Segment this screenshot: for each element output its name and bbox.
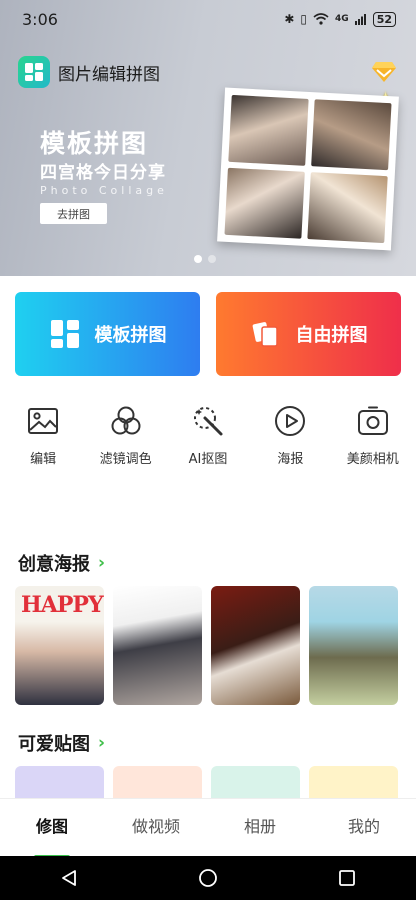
status-bar: 3:06 ✱ ▯ 4G 52 [0,0,416,38]
poster-happy-text: HAPPY [21,592,104,618]
poster-card[interactable] [113,586,202,705]
tool-edit-label: 编辑 [30,452,57,467]
tool-filter-label: 滤镜调色 [99,452,152,467]
magic-wand-icon [193,407,223,436]
tool-edit[interactable]: 编辑 [2,404,84,467]
poster-card[interactable] [309,586,398,705]
tool-beauty-camera[interactable]: 美颜相机 [332,404,414,467]
free-cards-icon [252,322,278,347]
app-header: 图片编辑拼图 [18,56,160,88]
carousel-dot[interactable] [208,255,216,263]
poster-card[interactable]: HAPPY [15,586,104,705]
tool-filter[interactable]: 滤镜调色 [85,404,167,467]
tab-edit-photo[interactable]: 修图 [12,813,92,859]
app-logo-icon [18,56,50,88]
poster-list: HAPPY [15,586,398,705]
section-stickers-title: 可爱贴图 [18,734,90,755]
bluetooth-icon: ✱ [284,12,295,26]
vip-diamond-icon[interactable] [372,60,396,82]
template-grid-icon [50,320,79,348]
tool-ai-cutout-label: AI抠图 [188,452,228,467]
free-collage-button[interactable]: 自由拼图 [216,292,401,376]
collage-photo [307,172,388,244]
tools-row: 编辑 滤镜调色 AI抠图 海报 美颜相机 [0,404,416,467]
tool-beauty-camera-label: 美颜相机 [346,452,399,467]
tool-ai-cutout[interactable]: AI抠图 [167,404,249,467]
system-nav-bar [0,856,416,900]
app-title: 图片编辑拼图 [58,64,160,85]
status-time: 3:06 [22,9,58,29]
filter-circles-icon [111,406,141,435]
template-collage-label: 模板拼图 [94,325,167,346]
section-stickers-header[interactable]: 可爱贴图 › [18,730,105,756]
tab-mine[interactable]: 我的 [324,813,404,837]
template-collage-button[interactable]: 模板拼图 [15,292,200,376]
play-circle-icon [275,406,306,436]
hero-banner[interactable]: 图片编辑拼图 ✦ ✦ 模板拼图 四宫格今日分享 Photo Collage 去拼… [0,0,416,276]
collage-photo [228,94,309,166]
wifi-icon [313,13,329,25]
tab-make-video[interactable]: 做视频 [116,813,196,837]
banner-title: 模板拼图 [40,129,149,158]
signal-icon [354,13,366,25]
back-icon[interactable] [60,869,78,887]
section-posters-header[interactable]: 创意海报 › [18,550,105,576]
banner-subtitle: 四宫格今日分享 [40,163,166,183]
status-icons: ✱ ▯ 4G 52 [284,11,396,27]
tool-poster-label: 海报 [277,452,304,467]
tab-album[interactable]: 相册 [220,813,300,837]
image-icon [28,408,59,434]
banner-english-text: Photo Collage [40,184,168,197]
collage-photo [224,167,305,239]
vibrate-icon: ▯ [300,12,308,26]
home-icon[interactable] [198,868,218,888]
banner-go-collage-button[interactable]: 去拼图 [40,203,107,224]
collage-preview [217,87,399,251]
section-posters-title: 创意海报 [18,554,90,575]
recents-icon[interactable] [338,869,356,887]
collage-photo [311,99,392,171]
battery-indicator: 52 [372,11,396,27]
carousel-dot-active[interactable] [194,255,202,263]
chevron-right-icon: › [98,553,106,573]
carousel-dots [194,255,216,263]
camera-icon [357,406,388,435]
free-collage-label: 自由拼图 [295,325,368,346]
chevron-right-icon: › [98,733,106,753]
poster-card[interactable] [211,586,300,705]
tool-poster[interactable]: 海报 [249,404,331,467]
bottom-tab-bar: 修图 做视频 相册 我的 [0,798,416,859]
network-4g-label: 4G [335,14,349,24]
